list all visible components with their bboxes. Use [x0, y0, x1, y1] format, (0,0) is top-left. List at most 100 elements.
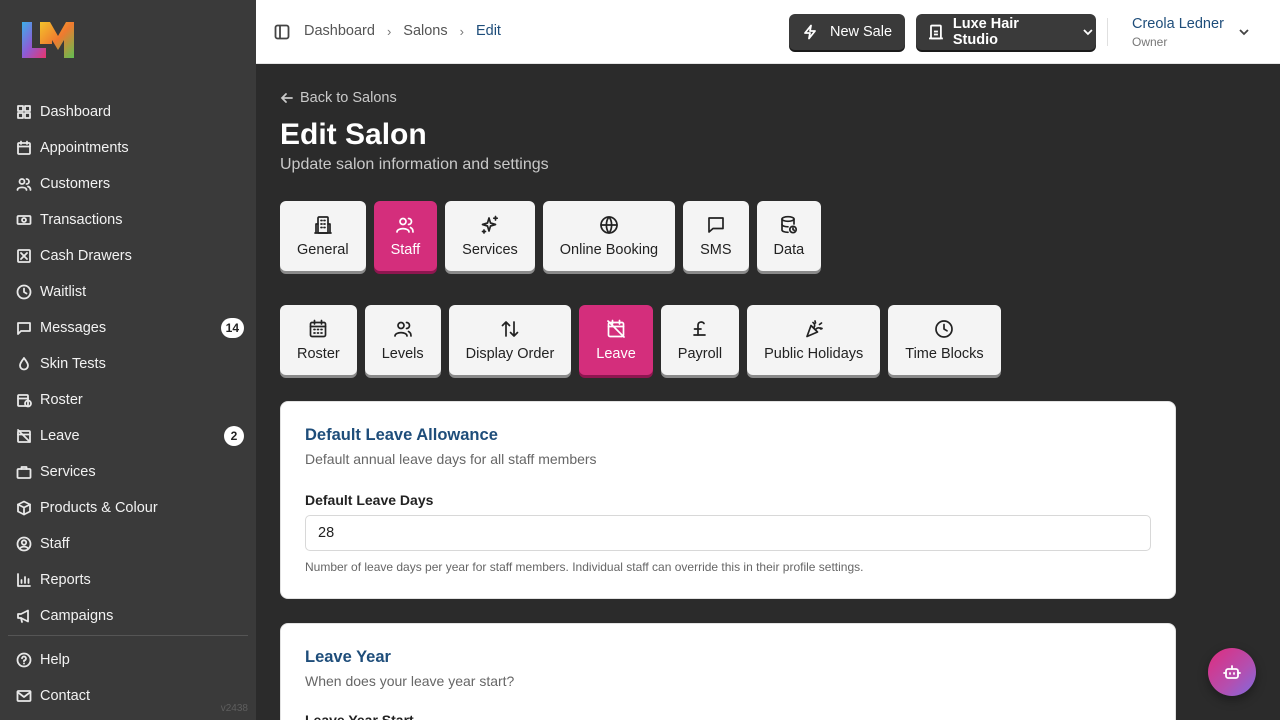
arrow-left-icon	[280, 93, 293, 103]
tab-label: Roster	[297, 345, 340, 362]
tab-label: Payroll	[677, 345, 723, 362]
sidebar-item-leave[interactable]: Leave 2	[8, 418, 248, 454]
user-name: Creola Ledner	[1132, 16, 1224, 32]
tab-data[interactable]: Data	[756, 201, 822, 271]
tab-label: General	[297, 241, 349, 258]
sidebar-item-campaigns[interactable]: Campaigns	[8, 598, 248, 634]
mail-icon	[16, 688, 32, 704]
package-icon	[16, 500, 32, 516]
calendar-clock-icon	[16, 392, 32, 408]
tab-staff[interactable]: Staff	[373, 201, 438, 271]
sidebar-item-transactions[interactable]: Transactions	[8, 202, 248, 238]
sidebar-item-label: Staff	[40, 536, 70, 552]
sidebar-item-skin-tests[interactable]: Skin Tests	[8, 346, 248, 382]
sidebar-item-label: Roster	[40, 392, 83, 408]
tab-label: Display Order	[465, 345, 555, 362]
user-menu[interactable]: Creola Ledner Owner	[1132, 16, 1224, 49]
lm-logo-icon[interactable]	[20, 20, 76, 60]
pound-icon	[690, 319, 710, 339]
sidebar-item-label: Appointments	[40, 140, 129, 156]
tab-label: Staff	[390, 241, 421, 258]
banknote-icon	[16, 212, 32, 228]
sort-arrows-icon	[500, 319, 520, 339]
tab-label: Leave	[596, 345, 636, 362]
sidebar-item-waitlist[interactable]: Waitlist	[8, 274, 248, 310]
tab-services[interactable]: Services	[445, 201, 535, 271]
sidebar-item-label: Customers	[40, 176, 111, 192]
clock-icon	[16, 284, 32, 300]
building-icon	[313, 215, 333, 235]
calendar-off-icon	[606, 319, 626, 339]
tab-label: Online Booking	[559, 241, 659, 258]
sidebar-item-label: Products & Colour	[40, 500, 158, 516]
sidebar-item-products-colour[interactable]: Products & Colour	[8, 490, 248, 526]
new-sale-button[interactable]: New Sale	[789, 14, 905, 50]
sidebar-item-label: Skin Tests	[40, 356, 106, 372]
sidebar-item-services[interactable]: Services	[8, 454, 248, 490]
megaphone-icon	[16, 608, 32, 624]
tab-display-order[interactable]: Display Order	[448, 305, 572, 375]
bar-chart-icon	[16, 572, 32, 588]
app-version: v2438	[220, 703, 248, 714]
tab-sms[interactable]: SMS	[683, 201, 749, 271]
tab-label: Data	[773, 241, 805, 258]
sidebar-bottom-nav: Help Contact	[8, 642, 248, 714]
sidebar-item-label: Cash Drawers	[40, 248, 132, 264]
tab-time-blocks[interactable]: Time Blocks	[888, 305, 1001, 375]
grid-icon	[16, 104, 32, 120]
tab-leave[interactable]: Leave	[579, 305, 653, 375]
sparkles-icon	[480, 215, 500, 235]
sidebar-item-label: Messages	[40, 320, 107, 336]
calendar-icon	[16, 140, 32, 156]
tab-label: Public Holidays	[764, 345, 864, 362]
sidebar-item-label: Transactions	[40, 212, 123, 228]
page-subtitle: Update salon information and settings	[280, 156, 549, 173]
default-leave-days-input[interactable]	[305, 515, 1151, 551]
tab-roster[interactable]: Roster	[280, 305, 357, 375]
sidebar-item-reports[interactable]: Reports	[8, 562, 248, 598]
page-title: Edit Salon	[280, 118, 427, 151]
tab-general[interactable]: General	[280, 201, 366, 271]
count-badge: 2	[224, 426, 244, 446]
tab-public-holidays[interactable]: Public Holidays	[747, 305, 881, 375]
settings-tabs: General Staff Services Online Booking SMS Dat…	[280, 201, 822, 271]
sidebar-item-label: Services	[40, 464, 96, 480]
building-icon	[928, 24, 943, 40]
salon-switcher-button[interactable]: Luxe Hair Studio	[916, 14, 1096, 50]
assistant-chat-button[interactable]	[1208, 648, 1256, 696]
sidebar-item-label: Help	[40, 652, 70, 668]
sidebar: Dashboard Appointments Customers Transactio…	[0, 0, 256, 720]
zap-icon	[804, 24, 816, 40]
card-title: Default Leave Allowance	[305, 426, 498, 444]
field-help-text: Number of leave days per year for staff …	[305, 560, 864, 574]
tab-levels[interactable]: Levels	[364, 305, 441, 375]
user-role: Owner	[1132, 35, 1168, 49]
chevron-down-icon	[1083, 29, 1093, 36]
sidebar-item-messages[interactable]: Messages 14	[8, 310, 248, 346]
sidebar-item-label: Reports	[40, 572, 91, 588]
tab-label: Levels	[381, 345, 424, 362]
new-sale-label: New Sale	[829, 24, 893, 40]
tab-online-booking[interactable]: Online Booking	[542, 201, 676, 271]
back-to-salons-link[interactable]: Back to Salons	[280, 90, 397, 106]
sidebar-item-staff[interactable]: Staff	[8, 526, 248, 562]
breadcrumb-salons[interactable]: Salons	[403, 23, 447, 39]
sidebar-item-dashboard[interactable]: Dashboard	[8, 94, 248, 130]
leave-year-card: Leave Year When does your leave year sta…	[280, 623, 1176, 720]
sidebar-item-help[interactable]: Help	[8, 642, 248, 678]
users-icon	[393, 319, 413, 339]
message-square-icon	[706, 215, 726, 235]
chevron-right-icon: ›	[459, 23, 464, 39]
sidebar-item-contact[interactable]: Contact	[8, 678, 248, 714]
sidebar-nav: Dashboard Appointments Customers Transactio…	[8, 94, 248, 634]
sidebar-item-cash-drawers[interactable]: Cash Drawers	[8, 238, 248, 274]
sidebar-item-appointments[interactable]: Appointments	[8, 130, 248, 166]
leave-year-start-label: Leave Year Start	[305, 712, 414, 720]
chevron-down-icon[interactable]	[1236, 24, 1252, 40]
breadcrumb-dashboard[interactable]: Dashboard	[304, 23, 375, 39]
sidebar-toggle-icon[interactable]	[274, 24, 290, 40]
sidebar-item-customers[interactable]: Customers	[8, 166, 248, 202]
tab-payroll[interactable]: Payroll	[660, 305, 740, 375]
card-description: Default annual leave days for all staff …	[305, 451, 597, 467]
sidebar-item-roster[interactable]: Roster	[8, 382, 248, 418]
